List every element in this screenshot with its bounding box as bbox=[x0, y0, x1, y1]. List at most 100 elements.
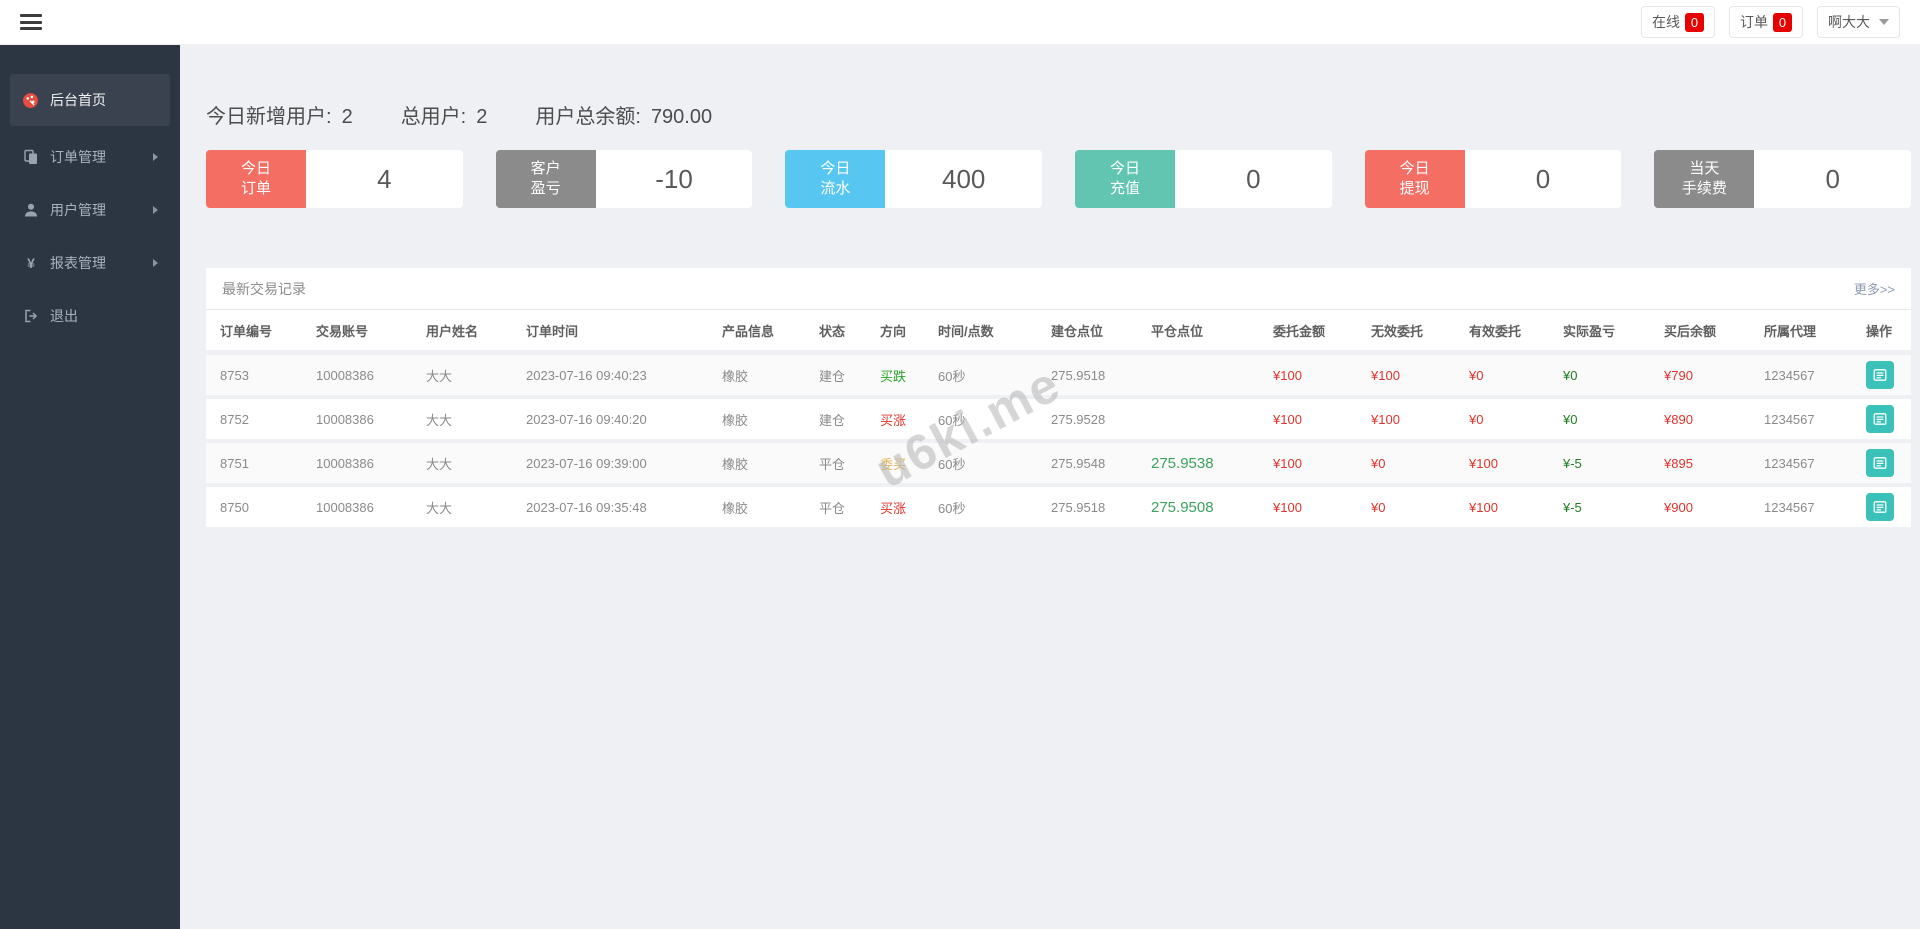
table-cell: 委买 bbox=[880, 456, 907, 472]
table-cell: ¥900 bbox=[1664, 499, 1693, 515]
card-label: 今日 流水 bbox=[785, 150, 886, 208]
sidebar-item-user-management[interactable]: 用户管理 bbox=[10, 188, 170, 232]
table-cell: ¥100 bbox=[1273, 455, 1302, 471]
sidebar-item-label: 后台首页 bbox=[50, 92, 106, 108]
stat-total-users: 总用户: 2 bbox=[401, 100, 488, 129]
card-label: 今日 订单 bbox=[206, 150, 306, 208]
online-counter[interactable]: 在线 0 bbox=[1641, 6, 1715, 38]
column-header: 产品信息 bbox=[722, 323, 775, 339]
table-row: 8752 10008386 大大 2023-07-16 09:40:20 橡胶 建仓 买涨 6… bbox=[206, 399, 1911, 439]
table-cell: 买涨 bbox=[880, 412, 907, 428]
table-cell: 1234567 bbox=[1764, 455, 1815, 471]
column-header: 方向 bbox=[880, 323, 907, 339]
orders-count-badge: 0 bbox=[1773, 12, 1792, 32]
stat-cards: 今日 订单 4 客户 盈亏 -10 今日 流水 400 今日 充值 0 今日 提… bbox=[206, 150, 1912, 208]
table-cell: 橡胶 bbox=[722, 368, 749, 384]
card-today-orders: 今日 订单 4 bbox=[206, 150, 463, 208]
table-cell: 60秒 bbox=[938, 500, 966, 516]
sidebar-item-label: 订单管理 bbox=[50, 149, 106, 165]
chevron-down-icon bbox=[1879, 19, 1889, 25]
row-detail-button[interactable] bbox=[1866, 493, 1894, 521]
table-cell: 275.9518 bbox=[1051, 499, 1106, 515]
card-label: 客户 盈亏 bbox=[495, 150, 596, 208]
detail-list-icon bbox=[1873, 369, 1887, 381]
table-header-row: 订单编号 交易账号 用户姓名 订单时间 产品信息 状态 方向 时间/点数 建仓点位 平仓点位 委托金… bbox=[206, 310, 1911, 350]
table-cell: 买涨 bbox=[880, 500, 907, 516]
card-label: 今日 提现 bbox=[1364, 150, 1465, 208]
summary-stats: 今日新增用户: 2 总用户: 2 用户总余额: 790.00 bbox=[206, 100, 1911, 128]
stat-label: 今日新增用户: bbox=[206, 106, 332, 128]
column-header: 订单编号 bbox=[220, 323, 273, 339]
table-cell: ¥100 bbox=[1273, 367, 1302, 383]
sidebar-item-report-management[interactable]: ¥ 报表管理 bbox=[10, 241, 170, 285]
column-header: 有效委托 bbox=[1469, 323, 1522, 339]
column-header: 状态 bbox=[819, 323, 846, 339]
table-cell: ¥100 bbox=[1469, 455, 1498, 471]
table-row: 8751 10008386 大大 2023-07-16 09:39:00 橡胶 平仓 委买 6… bbox=[206, 443, 1911, 483]
table-cell: 大大 bbox=[426, 412, 453, 428]
card-label: 今日 充值 bbox=[1075, 150, 1176, 208]
card-value: 4 bbox=[306, 150, 463, 208]
online-count-badge: 0 bbox=[1685, 12, 1704, 32]
table-cell: 2023-07-16 09:39:00 bbox=[526, 455, 647, 471]
detail-list-icon bbox=[1873, 457, 1887, 469]
table-cell: ¥890 bbox=[1664, 411, 1693, 427]
row-detail-button[interactable] bbox=[1866, 405, 1894, 433]
table-cell: 275.9508 bbox=[1151, 498, 1214, 516]
sidebar-item-order-management[interactable]: 订单管理 bbox=[10, 135, 170, 179]
user-name: 啊大大 bbox=[1828, 14, 1870, 30]
column-header: 委托金额 bbox=[1273, 323, 1326, 339]
table-cell: 60秒 bbox=[938, 368, 966, 384]
logout-icon bbox=[22, 308, 39, 325]
table-cell: 2023-07-16 09:40:20 bbox=[526, 411, 647, 427]
table-cell: 8751 bbox=[220, 455, 249, 471]
card-value: -10 bbox=[595, 150, 753, 208]
column-header: 操作 bbox=[1866, 323, 1893, 339]
table-cell: ¥100 bbox=[1273, 499, 1302, 515]
detail-list-icon bbox=[1873, 413, 1887, 425]
row-detail-button[interactable] bbox=[1866, 361, 1894, 389]
card-today-deposit: 今日 充值 0 bbox=[1075, 150, 1332, 208]
table-cell: 1234567 bbox=[1764, 367, 1815, 383]
table-cell: 橡胶 bbox=[722, 412, 749, 428]
stat-new-users: 今日新增用户: 2 bbox=[206, 100, 353, 129]
orders-counter[interactable]: 订单 0 bbox=[1729, 6, 1803, 38]
table-cell: ¥0 bbox=[1563, 367, 1578, 383]
sidebar-item-logout[interactable]: 退出 bbox=[10, 294, 170, 338]
column-header: 时间/点数 bbox=[938, 323, 994, 339]
row-detail-button[interactable] bbox=[1866, 449, 1894, 477]
table-cell: 平仓 bbox=[819, 500, 846, 516]
table-cell: 1234567 bbox=[1764, 411, 1815, 427]
table-cell: 10008386 bbox=[316, 367, 374, 383]
sidebar-item-label: 退出 bbox=[50, 308, 78, 324]
user-menu[interactable]: 啊大大 bbox=[1817, 6, 1900, 38]
online-label: 在线 bbox=[1652, 14, 1680, 30]
stat-label: 用户总余额: bbox=[535, 106, 641, 128]
column-header: 买后余额 bbox=[1664, 323, 1717, 339]
orders-icon bbox=[22, 149, 39, 166]
table-cell: 建仓 bbox=[819, 412, 846, 428]
table-cell: 10008386 bbox=[316, 455, 374, 471]
table-cell: ¥100 bbox=[1371, 411, 1400, 427]
latest-trades-panel: 最新交易记录 更多>> 订单编号 交易账号 用户姓名 订单时间 产品信息 状态 方向 时间/点… bbox=[206, 268, 1911, 527]
table-cell: 买跌 bbox=[880, 368, 907, 384]
column-header: 所属代理 bbox=[1764, 323, 1817, 339]
main-content: 今日新增用户: 2 总用户: 2 用户总余额: 790.00 今日 订单 4 客… bbox=[180, 45, 1920, 929]
table-body: 8753 10008386 大大 2023-07-16 09:40:23 橡胶 建仓 买跌 6… bbox=[206, 355, 1911, 527]
more-link[interactable]: 更多>> bbox=[1854, 279, 1895, 298]
table-cell: 大大 bbox=[426, 456, 453, 472]
table-row: 8750 10008386 大大 2023-07-16 09:35:48 橡胶 平仓 买涨 6… bbox=[206, 487, 1911, 527]
card-value: 0 bbox=[1175, 150, 1332, 208]
sidebar-item-home[interactable]: 后台首页 bbox=[10, 74, 170, 126]
menu-toggle-icon[interactable] bbox=[20, 14, 42, 30]
table-cell: 1234567 bbox=[1764, 499, 1815, 515]
column-header: 平仓点位 bbox=[1151, 323, 1204, 339]
table-cell: ¥0 bbox=[1371, 499, 1386, 515]
card-today-turnover: 今日 流水 400 bbox=[785, 150, 1043, 208]
card-value: 0 bbox=[1464, 150, 1622, 208]
table-row: 8753 10008386 大大 2023-07-16 09:40:23 橡胶 建仓 买跌 6… bbox=[206, 355, 1911, 395]
svg-text:¥: ¥ bbox=[27, 255, 35, 271]
stat-value: 2 bbox=[476, 106, 488, 128]
stat-total-balance: 用户总余额: 790.00 bbox=[535, 100, 712, 129]
table-cell: 橡胶 bbox=[722, 456, 749, 472]
